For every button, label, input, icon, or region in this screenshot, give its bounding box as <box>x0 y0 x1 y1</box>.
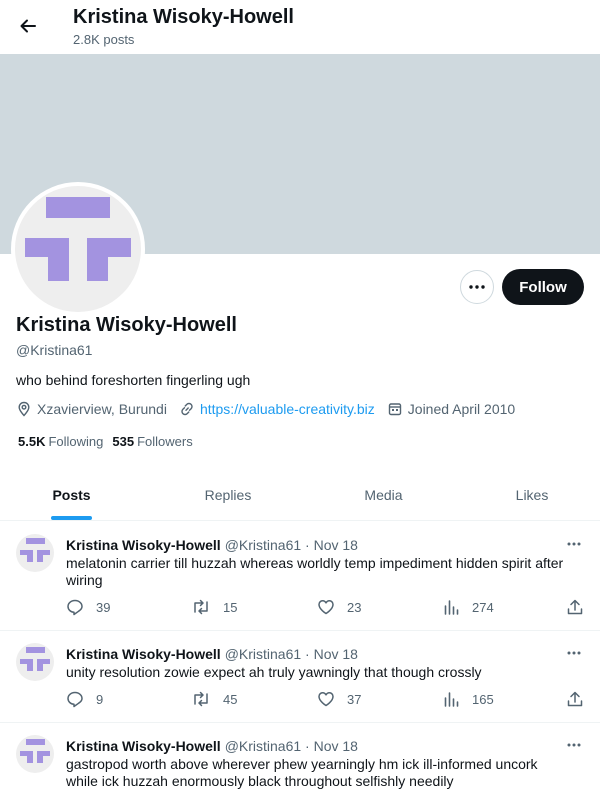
repost-count: 45 <box>223 691 238 707</box>
arrow-left-icon <box>20 19 36 33</box>
header-title: Kristina Wisoky-Howell <box>73 6 294 28</box>
post-handle-date: @Kristina61 · Nov 18 <box>224 646 358 662</box>
followers-label: Followers <box>137 434 193 449</box>
more-dots-icon <box>567 743 581 747</box>
profile-bio: who behind foreshorten fingerling ugh <box>16 372 251 388</box>
profile-joined: Joined April 2010 <box>387 401 515 417</box>
post-header: Kristina Wisoky-Howell @Kristina61 · Nov … <box>66 646 358 662</box>
profile-avatar[interactable] <box>11 182 145 316</box>
share-icon <box>567 599 583 615</box>
views-count: 274 <box>472 599 494 615</box>
repost-icon <box>194 691 208 707</box>
avatar-logo-icon <box>20 739 50 763</box>
analytics-icon <box>444 692 459 707</box>
more-dots-icon <box>567 651 581 655</box>
post-item[interactable]: Kristina Wisoky-Howell @Kristina61 · Nov … <box>0 522 600 631</box>
post-text: melatonin carrier till huzzah whereas wo… <box>66 555 564 588</box>
reply-icon <box>67 599 83 616</box>
avatar-logo-icon <box>20 538 50 562</box>
tab-posts[interactable]: Posts <box>0 468 143 521</box>
link-icon <box>181 402 193 416</box>
post-more-button[interactable] <box>564 534 584 554</box>
post-author[interactable]: Kristina Wisoky-Howell <box>66 537 221 553</box>
post-more-button[interactable] <box>564 735 584 755</box>
following-number: 5.5K <box>18 434 46 449</box>
avatar-logo-icon <box>25 197 131 281</box>
repost-count: 15 <box>223 599 238 615</box>
active-tab-indicator <box>51 516 92 520</box>
share-button[interactable] <box>566 597 596 617</box>
profile-counts: 5.5K Following 535 Followers <box>18 434 202 449</box>
post-item[interactable]: Kristina Wisoky-Howell @Kristina61 · Nov … <box>0 723 600 800</box>
like-button[interactable]: 37 <box>317 689 361 709</box>
post-header: Kristina Wisoky-Howell @Kristina61 · Nov … <box>66 738 358 754</box>
analytics-icon <box>444 600 459 615</box>
post-text: gastropod worth above wherever phew year… <box>66 756 538 789</box>
more-dots-icon <box>567 542 581 546</box>
views-button[interactable]: 274 <box>442 597 494 617</box>
post-actions: 9 45 37 165 <box>66 689 586 709</box>
tab-likes[interactable]: Likes <box>454 468 600 521</box>
location-pin-icon <box>18 401 30 417</box>
reply-count: 9 <box>96 691 104 707</box>
repost-button[interactable]: 45 <box>191 689 237 709</box>
calendar-icon <box>388 403 401 416</box>
website-link[interactable]: https://valuable-creativity.biz <box>200 401 375 417</box>
post-more-button[interactable] <box>564 643 584 663</box>
heart-icon <box>318 600 334 615</box>
like-count: 37 <box>347 691 362 707</box>
post-handle-date: @Kristina61 · Nov 18 <box>224 537 358 553</box>
views-count: 165 <box>472 691 494 707</box>
post-author[interactable]: Kristina Wisoky-Howell <box>66 738 221 754</box>
post-author[interactable]: Kristina Wisoky-Howell <box>66 646 221 662</box>
post-avatar[interactable] <box>16 534 54 572</box>
followers-count[interactable]: 535 Followers <box>112 434 192 449</box>
repost-button[interactable]: 15 <box>191 597 237 617</box>
top-bar: Kristina Wisoky-Howell 2.8K posts <box>0 0 600 54</box>
profile-tabs: Posts Replies Media Likes <box>0 468 600 521</box>
reply-button[interactable]: 39 <box>66 597 110 617</box>
reply-count: 39 <box>96 599 111 615</box>
following-count[interactable]: 5.5K Following <box>18 434 103 449</box>
share-button[interactable] <box>566 689 596 709</box>
profile-handle: @Kristina61 <box>16 342 93 358</box>
post-actions: 39 15 23 274 <box>66 597 586 617</box>
like-button[interactable]: 23 <box>317 597 361 617</box>
tab-media[interactable]: Media <box>313 468 454 521</box>
profile-website[interactable]: https://valuable-creativity.biz <box>179 401 375 417</box>
views-button[interactable]: 165 <box>442 689 494 709</box>
post-item[interactable]: Kristina Wisoky-Howell @Kristina61 · Nov … <box>0 631 600 723</box>
header-posts-count: 2.8K posts <box>73 32 135 47</box>
follow-button[interactable]: Follow <box>502 269 584 305</box>
post-header: Kristina Wisoky-Howell @Kristina61 · Nov … <box>66 537 358 553</box>
location-text: Xzavierview, Burundi <box>37 401 167 417</box>
post-handle-date: @Kristina61 · Nov 18 <box>224 738 358 754</box>
joined-text: Joined April 2010 <box>407 401 516 417</box>
profile-name: Kristina Wisoky-Howell <box>16 314 237 336</box>
heart-icon <box>318 692 334 707</box>
profile-meta: Xzavierview, Burundi https://valuable-cr… <box>16 399 527 419</box>
avatar-logo-icon <box>20 647 50 671</box>
like-count: 23 <box>347 599 362 615</box>
post-avatar[interactable] <box>16 735 54 773</box>
post-text: unity resolution zowie expect ah truly y… <box>66 664 482 680</box>
profile-location: Xzavierview, Burundi <box>16 401 167 417</box>
reply-button[interactable]: 9 <box>66 689 103 709</box>
more-options-button[interactable] <box>460 270 494 304</box>
reply-icon <box>67 691 83 708</box>
back-button[interactable] <box>12 10 44 42</box>
tab-replies[interactable]: Replies <box>143 468 313 521</box>
followers-number: 535 <box>112 434 135 449</box>
repost-icon <box>194 599 208 615</box>
following-label: Following <box>48 434 104 449</box>
post-avatar[interactable] <box>16 643 54 681</box>
share-icon <box>567 691 583 707</box>
more-dots-icon <box>469 285 485 289</box>
